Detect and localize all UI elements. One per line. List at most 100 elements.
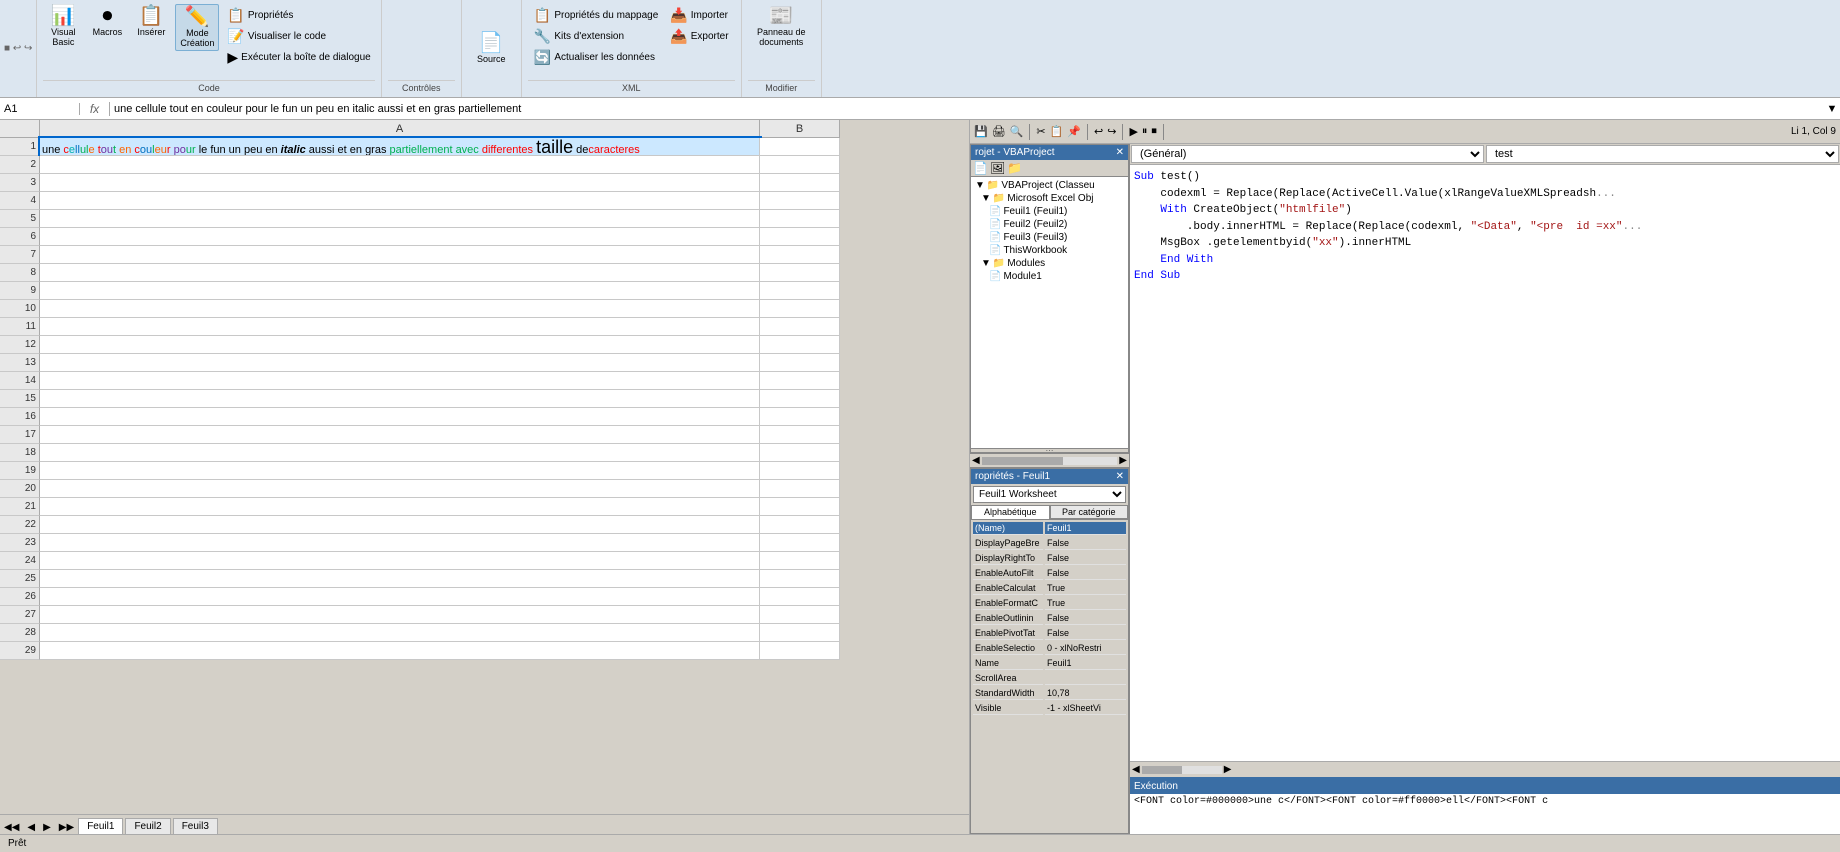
vba-toolbar-search[interactable]: 🔍 bbox=[1010, 125, 1024, 138]
cell-a12[interactable] bbox=[40, 336, 760, 354]
cell-b14[interactable] bbox=[760, 372, 840, 390]
cell-b9[interactable] bbox=[760, 282, 840, 300]
sheet-tab-feuil3[interactable]: Feuil3 bbox=[173, 818, 218, 834]
tree-feuil2[interactable]: 📄 Feuil2 (Feuil2) bbox=[973, 218, 1126, 231]
cell-b5[interactable] bbox=[760, 210, 840, 228]
cell-a27[interactable] bbox=[40, 606, 760, 624]
resize-handle-horizontal[interactable]: ⋯ bbox=[971, 448, 1128, 453]
sheet-nav-prev[interactable]: ◀ bbox=[23, 821, 39, 834]
inserer-button[interactable]: 📋 Insérer bbox=[131, 4, 171, 39]
cell-a23[interactable] bbox=[40, 534, 760, 552]
code-editor-body[interactable]: Sub test() codexml = Replace(Replace(Act… bbox=[1130, 165, 1840, 761]
cell-a24[interactable] bbox=[40, 552, 760, 570]
hscroll-left[interactable]: ◀ bbox=[972, 455, 980, 466]
cell-a28[interactable] bbox=[40, 624, 760, 642]
cell-b26[interactable] bbox=[760, 588, 840, 606]
props-table-row[interactable]: DisplayRightToFalse bbox=[973, 552, 1126, 565]
props-table-row[interactable]: EnableCalculatTrue bbox=[973, 582, 1126, 595]
vba-toolbar-paste[interactable]: 📌 bbox=[1067, 125, 1081, 138]
vba-toolbar-undo[interactable]: ↩ bbox=[1094, 125, 1103, 138]
cell-a16[interactable] bbox=[40, 408, 760, 426]
kits-extension-button[interactable]: 🔧 Kits d'extension bbox=[530, 27, 662, 46]
cell-reference-box[interactable]: A1 bbox=[0, 103, 80, 115]
vba-toolbar-pause[interactable]: ⏸ bbox=[1142, 125, 1148, 138]
tree-modules[interactable]: ▼ 📁 Modules bbox=[973, 257, 1126, 270]
props-table-row[interactable]: EnablePivotTatFalse bbox=[973, 627, 1126, 640]
cell-b3[interactable] bbox=[760, 174, 840, 192]
props-tab-cat[interactable]: Par catégorie bbox=[1050, 505, 1129, 519]
cell-b25[interactable] bbox=[760, 570, 840, 588]
cell-a5[interactable] bbox=[40, 210, 760, 228]
cell-b18[interactable] bbox=[760, 444, 840, 462]
properties-object-dropdown[interactable]: Feuil1 Worksheet bbox=[973, 486, 1126, 503]
tree-feuil3[interactable]: 📄 Feuil3 (Feuil3) bbox=[973, 231, 1126, 244]
props-table-row[interactable]: EnableSelectio0 - xlNoRestri bbox=[973, 642, 1126, 655]
cell-a19[interactable] bbox=[40, 462, 760, 480]
source-button[interactable]: 📄 Source bbox=[471, 4, 511, 93]
code-hscroll-right[interactable]: ▶ bbox=[1224, 764, 1232, 775]
cell-b7[interactable] bbox=[760, 246, 840, 264]
cell-a2[interactable] bbox=[40, 156, 760, 174]
tree-vbaproject[interactable]: ▼ 📁 VBAProject (Classeu bbox=[973, 179, 1126, 192]
cell-a29[interactable] bbox=[40, 642, 760, 660]
cell-a3[interactable] bbox=[40, 174, 760, 192]
code-hscroll-left[interactable]: ◀ bbox=[1132, 764, 1140, 775]
project-toggle[interactable]: 📁 bbox=[1007, 161, 1022, 175]
vba-toolbar-run[interactable]: ▶ bbox=[1129, 125, 1137, 138]
cell-b15[interactable] bbox=[760, 390, 840, 408]
props-table-row[interactable]: ScrollArea bbox=[973, 672, 1126, 685]
cell-a13[interactable] bbox=[40, 354, 760, 372]
cell-a25[interactable] bbox=[40, 570, 760, 588]
props-table-row[interactable]: StandardWidth10,78 bbox=[973, 687, 1126, 700]
hscroll-thumb[interactable] bbox=[982, 457, 1063, 465]
executer-boite-button[interactable]: ▶ Exécuter la boîte de dialogue bbox=[223, 48, 374, 67]
cell-a7[interactable] bbox=[40, 246, 760, 264]
cell-b27[interactable] bbox=[760, 606, 840, 624]
cell-b13[interactable] bbox=[760, 354, 840, 372]
cell-a17[interactable] bbox=[40, 426, 760, 444]
cell-b8[interactable] bbox=[760, 264, 840, 282]
cell-a1[interactable]: une cellule tout en couleur pour le fun … bbox=[40, 138, 760, 156]
cell-b6[interactable] bbox=[760, 228, 840, 246]
cell-a15[interactable] bbox=[40, 390, 760, 408]
props-table-row[interactable]: EnableOutlininFalse bbox=[973, 612, 1126, 625]
cell-a6[interactable] bbox=[40, 228, 760, 246]
cell-b22[interactable] bbox=[760, 516, 840, 534]
props-table-row[interactable]: Visible-1 - xlSheetVi bbox=[973, 702, 1126, 715]
sheet-nav-next[interactable]: ▶ bbox=[39, 821, 55, 834]
proprietes-mappage-button[interactable]: 📋 Propriétés du mappage bbox=[530, 6, 662, 25]
cell-b23[interactable] bbox=[760, 534, 840, 552]
proprietes-button[interactable]: 📋 Propriétés bbox=[223, 6, 374, 25]
cell-b28[interactable] bbox=[760, 624, 840, 642]
cell-b19[interactable] bbox=[760, 462, 840, 480]
cell-b4[interactable] bbox=[760, 192, 840, 210]
cell-a22[interactable] bbox=[40, 516, 760, 534]
visualiser-code-button[interactable]: 📝 Visualiser le code bbox=[223, 27, 374, 46]
cell-b12[interactable] bbox=[760, 336, 840, 354]
cell-b2[interactable] bbox=[760, 156, 840, 174]
cell-b10[interactable] bbox=[760, 300, 840, 318]
props-table-row[interactable]: DisplayPageBreFalse bbox=[973, 537, 1126, 550]
props-table-row[interactable]: EnableFormatCTrue bbox=[973, 597, 1126, 610]
tree-feuil1[interactable]: 📄 Feuil1 (Feuil1) bbox=[973, 205, 1126, 218]
project-view-code[interactable]: 📄 bbox=[973, 161, 988, 175]
cell-a10[interactable] bbox=[40, 300, 760, 318]
formula-input[interactable]: une cellule tout en couleur pour le fun … bbox=[110, 103, 1824, 115]
tree-module1[interactable]: 📄 Module1 bbox=[973, 270, 1126, 283]
vba-toolbar-save[interactable]: 💾 bbox=[974, 125, 988, 138]
props-table-row[interactable]: (Name)Feuil1 bbox=[973, 522, 1126, 535]
vba-toolbar-stop[interactable]: ⏹ bbox=[1151, 125, 1157, 138]
cell-a21[interactable] bbox=[40, 498, 760, 516]
cell-a14[interactable] bbox=[40, 372, 760, 390]
tree-excel-objects[interactable]: ▼ 📁 Microsoft Excel Obj bbox=[973, 192, 1126, 205]
cell-a18[interactable] bbox=[40, 444, 760, 462]
actualiser-button[interactable]: 🔄 Actualiser les données bbox=[530, 48, 662, 67]
cell-b16[interactable] bbox=[760, 408, 840, 426]
code-hscroll-thumb[interactable] bbox=[1142, 766, 1182, 774]
props-table-row[interactable]: EnableAutoFiltFalse bbox=[973, 567, 1126, 580]
macros-button[interactable]: ⏺ Macros bbox=[87, 4, 127, 39]
cell-b24[interactable] bbox=[760, 552, 840, 570]
formula-expand-button[interactable]: ▼ bbox=[1824, 103, 1840, 115]
sheet-nav-left[interactable]: ◀◀ bbox=[0, 821, 23, 834]
project-view-object[interactable]: 🖼 bbox=[990, 161, 1005, 175]
